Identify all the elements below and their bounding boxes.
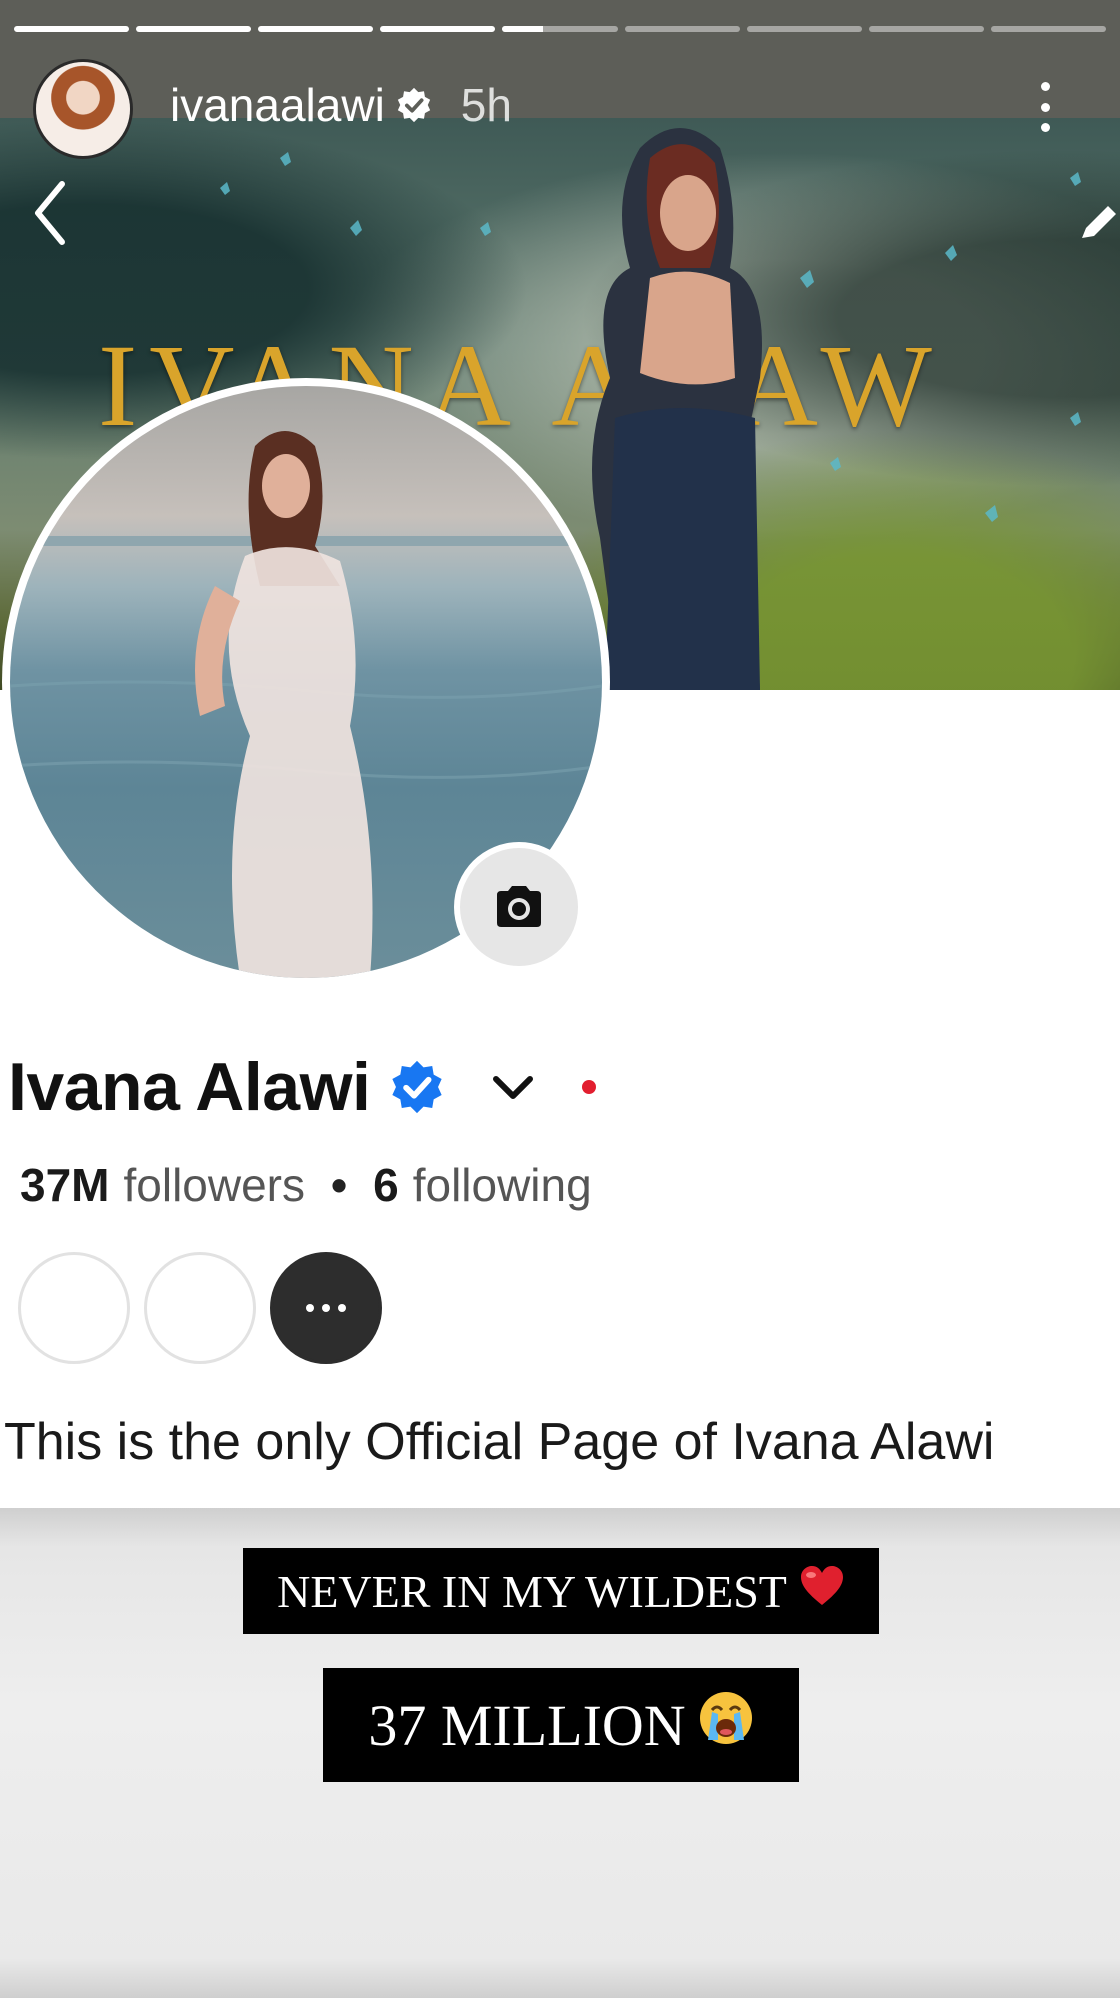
followers-label[interactable]: followers xyxy=(123,1158,305,1212)
profile-bio: This is the only Official Page of Ivana … xyxy=(4,1413,995,1471)
story-progress xyxy=(14,26,1106,32)
caption-1-text: NEVER IN MY WILDEST xyxy=(277,1565,787,1617)
story-progress-fill xyxy=(136,26,252,32)
pencil-icon[interactable] xyxy=(1074,200,1120,246)
notification-dot xyxy=(582,1080,597,1094)
chevron-down-icon[interactable] xyxy=(490,1067,536,1107)
story-caption-2: 37 MILLION xyxy=(323,1668,799,1782)
story-progress-fill xyxy=(14,26,130,32)
action-circles xyxy=(18,1252,382,1364)
verified-badge-icon xyxy=(392,1060,443,1114)
following-count[interactable]: 6 xyxy=(373,1158,399,1212)
story-progress-segment xyxy=(990,26,1106,32)
story-progress-fill xyxy=(502,26,543,32)
change-profile-photo-button[interactable] xyxy=(460,848,578,966)
action-circle[interactable] xyxy=(144,1252,256,1364)
following-label[interactable]: following xyxy=(413,1158,592,1212)
more-actions-button[interactable] xyxy=(270,1252,382,1364)
story-progress-segment xyxy=(14,26,130,32)
story-progress-segment xyxy=(746,26,862,32)
story-caption-1: NEVER IN MY WILDEST xyxy=(243,1548,879,1634)
story-username[interactable]: ivanaalawi xyxy=(170,82,385,128)
story-progress-segment xyxy=(624,26,740,32)
story-progress-segment xyxy=(258,26,374,32)
camera-icon xyxy=(497,886,541,927)
story-progress-fill xyxy=(258,26,374,32)
caption-2-text: 37 MILLION xyxy=(368,1692,686,1758)
story-progress-segment xyxy=(136,26,252,32)
story-user-row: ivanaalawi 5h xyxy=(170,82,512,128)
heart-icon xyxy=(799,1565,845,1618)
story-progress-fill xyxy=(380,26,496,32)
followers-count[interactable]: 37M xyxy=(20,1158,109,1212)
action-circle[interactable] xyxy=(18,1252,130,1364)
story-header xyxy=(0,0,1120,118)
ellipsis-icon xyxy=(306,1304,346,1312)
story-progress-segment xyxy=(380,26,496,32)
chevron-left-icon[interactable] xyxy=(30,178,70,248)
profile-name-row: Ivana Alawi xyxy=(8,1048,597,1126)
story-viewer: ivanaalawi 5h IVANA ALAW Ivana Alawi 37M… xyxy=(0,0,1120,2010)
verified-badge-icon xyxy=(397,87,430,123)
story-avatar[interactable] xyxy=(36,62,130,156)
story-time: 5h xyxy=(460,79,512,131)
more-options-icon[interactable] xyxy=(1030,82,1060,132)
crying-face-icon xyxy=(698,1690,754,1760)
story-progress-segment xyxy=(502,26,618,32)
stats-separator: • xyxy=(331,1159,348,1211)
story-progress-segment xyxy=(868,26,984,32)
profile-name: Ivana Alawi xyxy=(8,1049,371,1125)
profile-stats: 37M followers • 6 following xyxy=(20,1158,592,1212)
